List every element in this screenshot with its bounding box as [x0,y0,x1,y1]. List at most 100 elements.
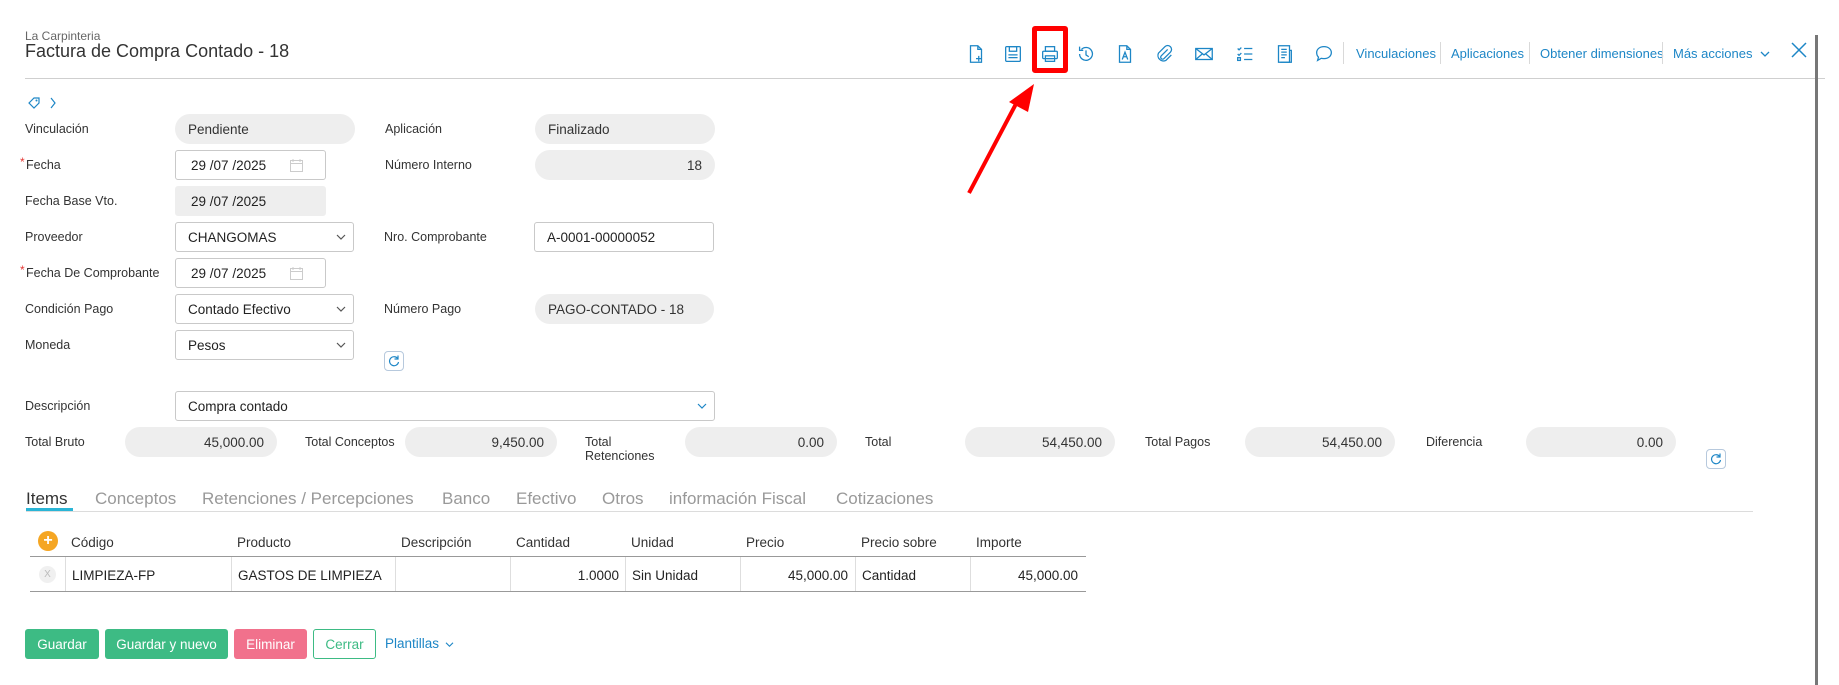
toolbar-separator [1529,42,1530,64]
add-row-button[interactable]: + [38,531,58,551]
window-edge [1815,35,1818,685]
tab-banco[interactable]: Banco [442,489,490,509]
fecha-base-vto-year: 2025 [236,193,267,209]
cell-codigo[interactable]: LIMPIEZA-FP [72,568,155,583]
tab-items[interactable]: Items [26,489,68,509]
annotation-arrow [967,84,1034,194]
plantillas-dropdown[interactable]: Plantillas [385,636,454,651]
diferencia-label: Diferencia [1426,435,1483,449]
tab-informacion-fiscal[interactable]: información Fiscal [669,489,806,509]
attachment-icon[interactable] [1151,41,1177,67]
numero-pago-label: Número Pago [384,302,462,316]
close-icon[interactable] [1789,40,1809,60]
diferencia-field: 0.00 [1526,427,1676,457]
total-bruto-field: 45,000.00 [125,427,277,457]
new-document-icon[interactable] [963,41,989,67]
mas-acciones-label: Más acciones [1673,46,1753,61]
fecha-comprobante-year: 2025 [236,265,267,281]
moneda-value: Pesos [188,337,226,353]
chevron-down-icon [336,342,346,348]
save-icon[interactable] [1000,41,1026,67]
total-retenciones-label-2: Retenciones [585,449,655,463]
refresh-totals-icon[interactable] [1706,449,1726,469]
guardar-y-nuevo-button[interactable]: Guardar y nuevo [105,629,228,659]
aplicacion-label: Aplicación [385,122,442,136]
toolbar-separator [1440,42,1441,64]
condicion-pago-value: Contado Efectivo [188,301,291,317]
tab-conceptos[interactable]: Conceptos [95,489,176,509]
moneda-select[interactable]: Pesos [175,330,354,360]
cell-precio-sobre[interactable]: Cantidad [862,568,916,583]
chevron-right-icon[interactable] [49,96,57,110]
text-document-icon[interactable] [1112,41,1138,67]
proveedor-value: CHANGOMAS [188,229,277,245]
mas-acciones-link[interactable]: Más acciones [1673,46,1770,61]
fecha-base-vto-month: 07 [213,193,229,209]
table-header-divider [30,556,1086,557]
numero-interno-label: Número Interno [385,158,472,172]
nro-comprobante-input[interactable]: A-0001-00000052 [534,222,714,252]
fecha-base-vto-label: Fecha Base Vto. [25,194,118,208]
tab-retenciones-percepciones[interactable]: Retenciones / Percepciones [202,489,414,509]
cell-unidad[interactable]: Sin Unidad [632,568,698,583]
chevron-down-icon [336,234,346,240]
condicion-pago-select[interactable]: Contado Efectivo [175,294,354,324]
moneda-label: Moneda [25,338,71,352]
mail-icon[interactable] [1191,41,1217,67]
cell-cantidad[interactable]: 1.0000 [510,568,619,583]
table-bottom-divider [30,591,1086,592]
chevron-down-icon [445,642,454,648]
proveedor-select[interactable]: CHANGOMAS [175,222,354,252]
total-retenciones-label-1: Total [585,435,612,449]
column-header-precio: Precio [746,535,785,550]
fecha-date-input[interactable]: 29 /07 /2025 [175,150,326,180]
fecha-month: 07 [213,157,229,173]
chevron-down-icon [336,306,346,312]
page-title: Factura de Compra Contado - 18 [25,41,290,61]
checklist-icon[interactable] [1232,41,1258,67]
column-header-codigo: Código [71,535,114,550]
tab-otros[interactable]: Otros [602,489,644,509]
fecha-comprobante-date-input[interactable]: 29 /07 /2025 [175,258,326,288]
eliminar-button[interactable]: Eliminar [234,629,307,659]
comment-icon[interactable] [1311,41,1337,67]
calendar-icon[interactable] [290,159,303,172]
history-icon[interactable] [1073,41,1099,67]
fecha-comprobante-day: 29 [191,265,207,281]
guardar-button[interactable]: Guardar [25,629,99,659]
column-header-cantidad: Cantidad [516,535,571,550]
tab-cotizaciones[interactable]: Cotizaciones [836,489,933,509]
chevron-down-icon [697,403,707,409]
cell-producto[interactable]: GASTOS DE LIMPIEZA [238,568,382,583]
obtener-dimensiones-link[interactable]: Obtener dimensiones [1540,46,1664,61]
total-conceptos-field: 9,450.00 [405,427,557,457]
total-pagos-label: Total Pagos [1145,435,1211,449]
fecha-day: 29 [191,157,207,173]
refresh-currency-icon[interactable] [384,351,404,371]
vinculaciones-link[interactable]: Vinculaciones [1356,46,1436,61]
cell-precio[interactable]: 45,000.00 [740,568,848,583]
tab-efectivo[interactable]: Efectivo [516,489,576,509]
vinculacion-label: Vinculación [25,122,89,136]
column-header-precio-sobre: Precio sobre [861,535,937,550]
cell-divider [625,557,626,591]
toolbar-separator [1343,42,1344,64]
cerrar-button[interactable]: Cerrar [313,629,376,659]
tag-icon[interactable] [27,96,41,110]
total-conceptos-label: Total Conceptos [305,435,395,449]
column-header-importe: Importe [976,535,1022,550]
fecha-year: 2025 [236,157,267,173]
cell-divider [855,557,856,591]
aplicaciones-link[interactable]: Aplicaciones [1451,46,1524,61]
total-field: 54,450.00 [965,427,1115,457]
calendar-icon[interactable] [290,267,303,280]
descripcion-value: Compra contado [188,398,288,414]
column-header-unidad: Unidad [631,535,674,550]
total-pagos-field: 54,450.00 [1245,427,1395,457]
total-retenciones-field: 0.00 [685,427,837,457]
fecha-base-vto-day: 29 [191,193,207,209]
delete-row-icon[interactable]: X [39,566,56,583]
descripcion-select[interactable]: Compra contado [175,391,715,421]
cell-importe[interactable]: 45,000.00 [970,568,1078,583]
report-icon[interactable] [1271,41,1297,67]
